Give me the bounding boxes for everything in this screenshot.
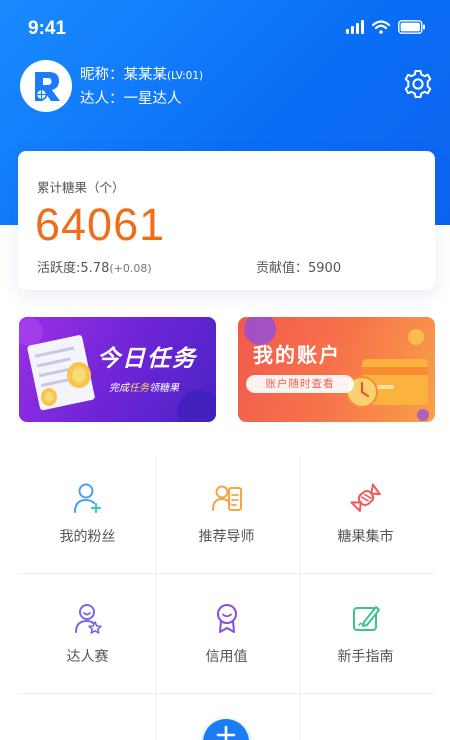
grid-divider xyxy=(18,693,435,694)
menu-item-expert-contest[interactable]: 达人赛 xyxy=(18,575,157,693)
menu-label: 新手指南 xyxy=(337,649,394,665)
signal-icon xyxy=(346,20,364,34)
status-time: 9:41 xyxy=(28,18,67,39)
rank-line: 达人：一星达人 xyxy=(80,88,203,111)
candy-value: 64061 xyxy=(35,199,166,250)
menu-label: 推荐导师 xyxy=(198,529,255,545)
battery-icon xyxy=(398,20,425,34)
daily-task-banner[interactable]: 今日任务 完成任务领糖果 xyxy=(19,317,216,422)
menu-label: 达人赛 xyxy=(66,649,109,665)
activity-stat: 活跃度:5.78(+0.08) xyxy=(37,257,152,276)
view-account-button[interactable]: 账户随时查看 xyxy=(246,375,354,393)
status-icons xyxy=(346,20,426,34)
user-star-icon xyxy=(74,604,102,634)
id-card-icon xyxy=(211,485,242,511)
contribution-stat: 贡献值：5900 xyxy=(256,257,341,276)
activity-delta: (+0.08) xyxy=(109,262,152,275)
menu-label: 信用值 xyxy=(205,649,248,665)
nickname: 某某某 xyxy=(123,67,168,83)
menu-item-recommend-mentor[interactable]: 推荐导师 xyxy=(157,455,296,573)
rank-label: 达人： xyxy=(80,91,124,107)
edit-note-icon xyxy=(352,606,380,631)
add-user-icon xyxy=(73,483,101,514)
menu-label: 糖果集市 xyxy=(337,529,394,545)
rank-value: 一星达人 xyxy=(123,91,182,107)
contribution-value: 5900 xyxy=(308,261,342,276)
award-ribbon-icon xyxy=(216,604,237,633)
account-banner-title: 我的账户 xyxy=(253,343,341,367)
app-logo-icon xyxy=(35,72,60,101)
menu-item-candy-market[interactable]: 糖果集市 xyxy=(296,455,435,573)
task-banner-subtitle: 完成任务领糖果 xyxy=(109,383,179,394)
my-account-banner[interactable]: 我的账户 账户随时查看 xyxy=(238,317,435,422)
add-floating-button[interactable] xyxy=(203,719,249,740)
profile-info: 昵称：某某某(LV:01) 达人：一星达人 xyxy=(80,64,203,111)
menu-label: 我的粉丝 xyxy=(59,529,116,545)
wifi-icon xyxy=(372,20,390,34)
task-banner-title: 今日任务 xyxy=(97,346,197,372)
menu-item-beginner-guide[interactable]: 新手指南 xyxy=(296,575,435,693)
candy-icon xyxy=(349,483,381,512)
avatar[interactable] xyxy=(20,60,72,112)
account-decoration-icon xyxy=(244,317,429,421)
plus-icon xyxy=(216,725,236,740)
activity-value: 5.78 xyxy=(80,261,110,276)
nickname-line: 昵称：某某某(LV:01) xyxy=(80,64,203,88)
nickname-label: 昵称： xyxy=(80,67,124,83)
stats-card: 累计糖果（个） 64061 活跃度:5.78(+0.08) 贡献值：5900 xyxy=(18,151,435,290)
contribution-label: 贡献值： xyxy=(256,261,309,276)
gear-icon[interactable] xyxy=(402,68,434,100)
menu-item-my-fans[interactable]: 我的粉丝 xyxy=(18,455,157,573)
activity-label: 活跃度: xyxy=(37,261,81,276)
level-badge: (LV:01) xyxy=(167,70,204,82)
status-bar: 9:41 xyxy=(0,0,450,56)
grid-divider xyxy=(18,573,435,574)
menu-item-credit-value[interactable]: 信用值 xyxy=(157,575,296,693)
candy-label: 累计糖果（个） xyxy=(37,180,125,195)
